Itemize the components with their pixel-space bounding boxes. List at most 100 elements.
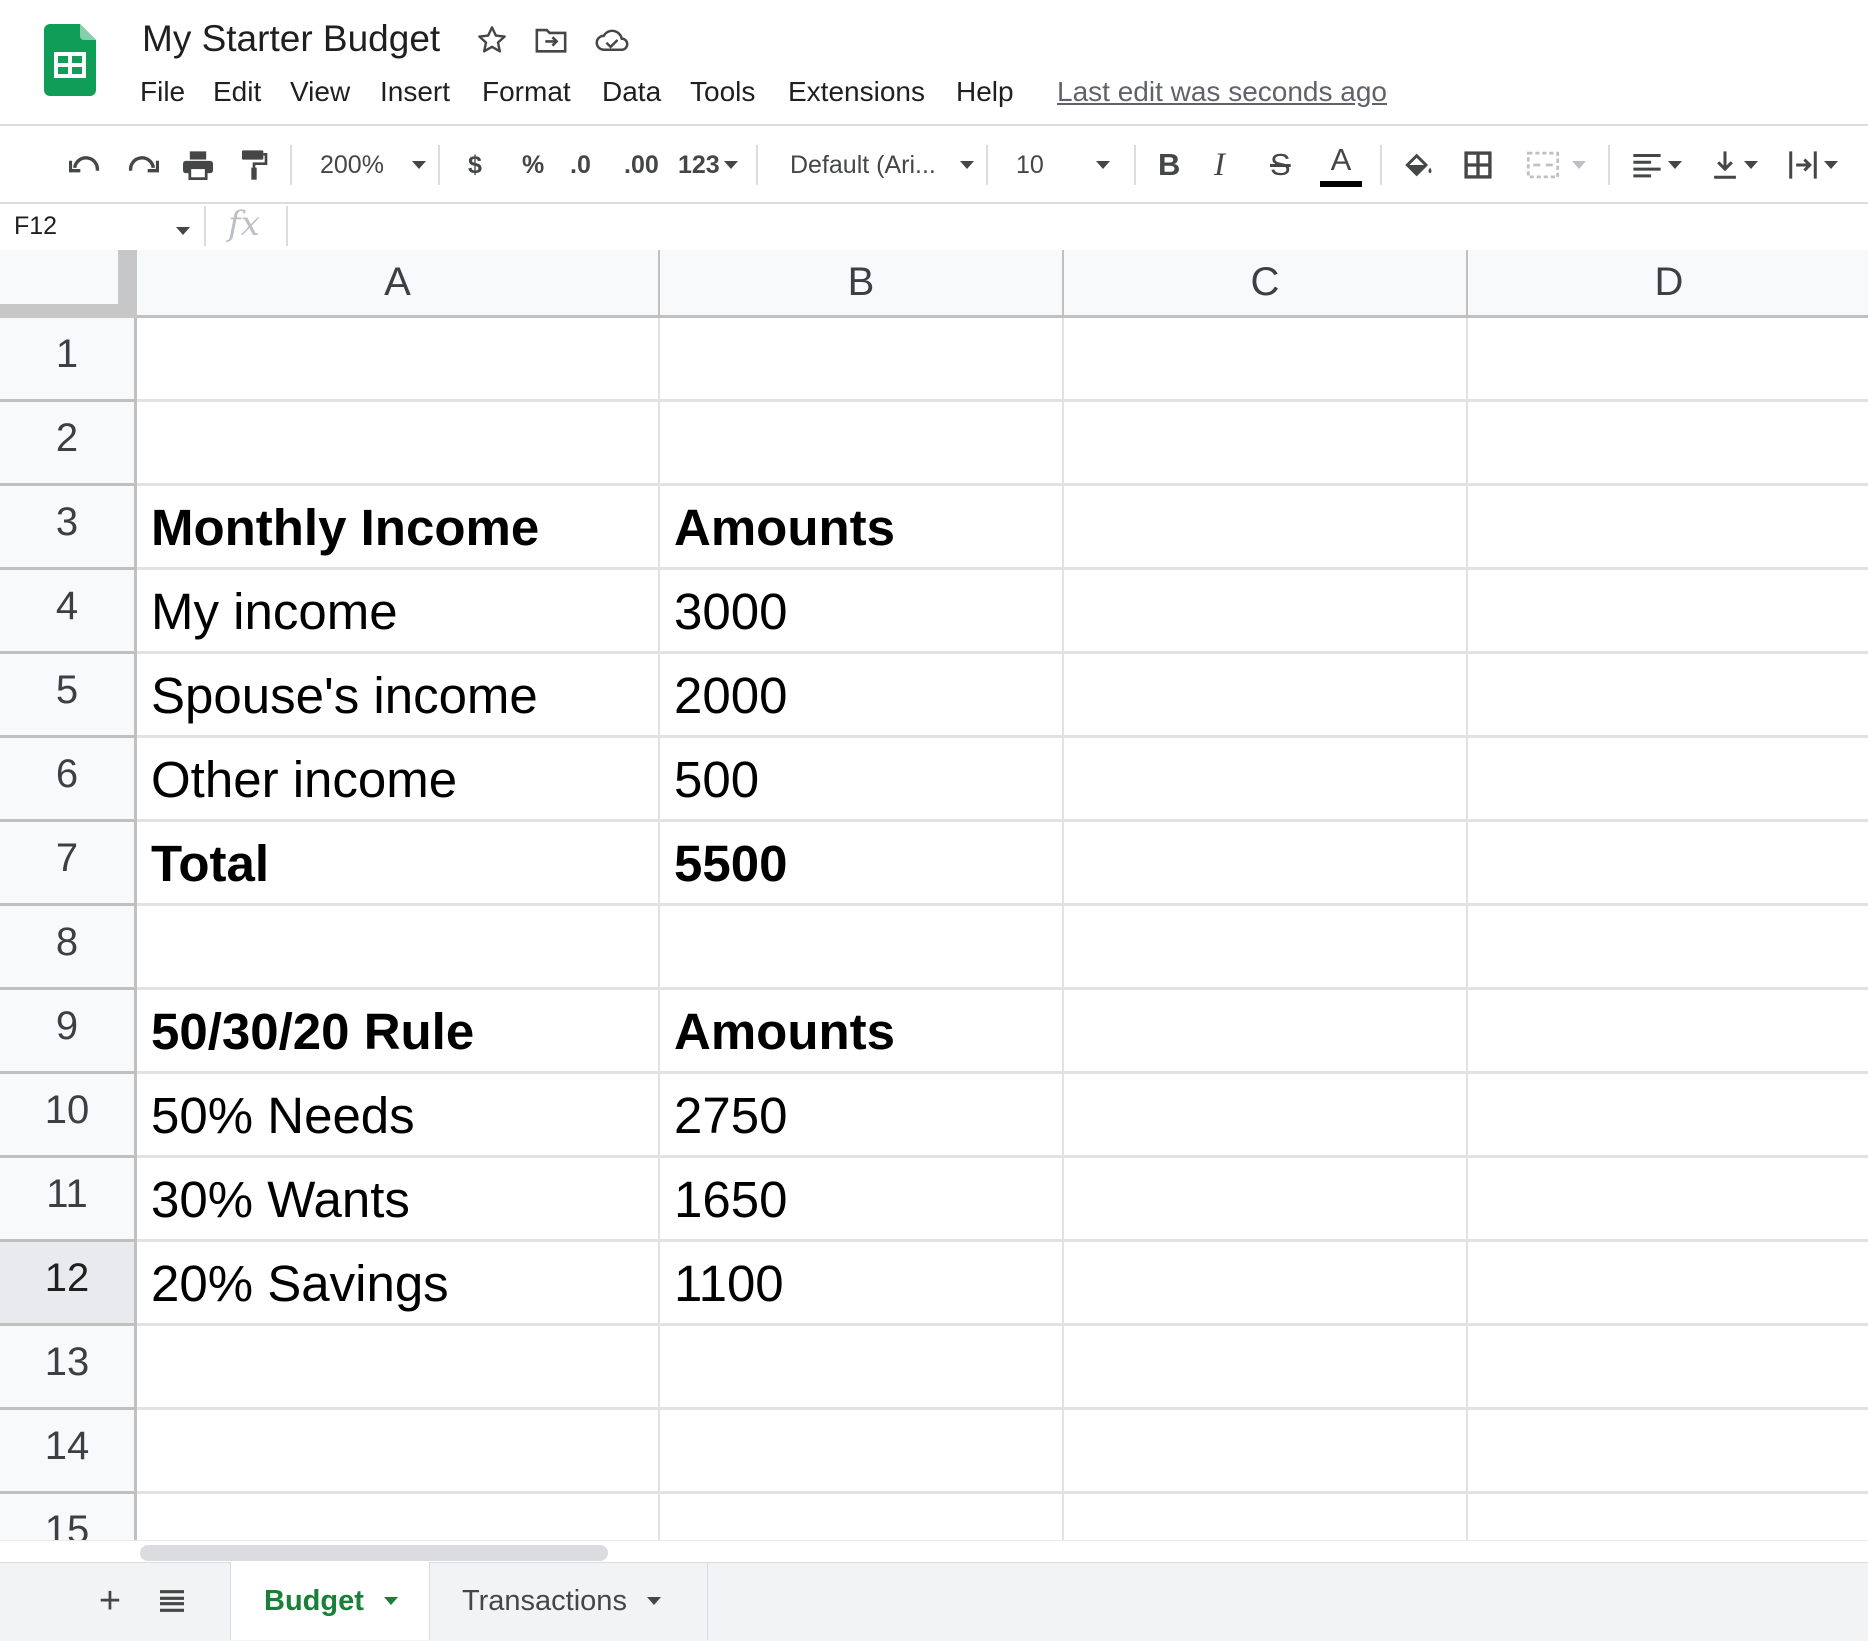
cell-b6[interactable]: 500 <box>660 738 1064 822</box>
last-edit-link[interactable]: Last edit was seconds ago <box>1057 72 1387 112</box>
cell-a12[interactable]: 20% Savings <box>137 1242 660 1326</box>
merge-cells-icon[interactable] <box>1516 141 1596 189</box>
row-header-9[interactable]: 9 <box>0 990 137 1074</box>
font-size-select[interactable]: 10 <box>1016 141 1120 189</box>
column-header-d[interactable]: D <box>1468 250 1868 318</box>
name-box-dropdown[interactable] <box>176 222 190 240</box>
row-header-13[interactable]: 13 <box>0 1326 137 1410</box>
row-header-14[interactable]: 14 <box>0 1410 137 1494</box>
freeze-row-handle[interactable] <box>0 304 137 318</box>
document-title[interactable]: My Starter Budget <box>142 16 440 62</box>
star-icon[interactable] <box>474 22 510 58</box>
cell-d9[interactable] <box>1468 990 1868 1074</box>
cell-d11[interactable] <box>1468 1158 1868 1242</box>
menu-tools[interactable]: Tools <box>690 72 755 112</box>
cell-a3[interactable]: Monthly Income <box>137 486 660 570</box>
row-header-2[interactable]: 2 <box>0 402 137 486</box>
cell-d10[interactable] <box>1468 1074 1868 1158</box>
cell-d1[interactable] <box>1468 318 1868 402</box>
cell-b12[interactable]: 1100 <box>660 1242 1064 1326</box>
cell-a1[interactable] <box>137 318 660 402</box>
cell-c4[interactable] <box>1064 570 1468 654</box>
cell-c2[interactable] <box>1064 402 1468 486</box>
text-color-button[interactable]: A <box>1320 141 1362 189</box>
cell-a8[interactable] <box>137 906 660 990</box>
row-header-10[interactable]: 10 <box>0 1074 137 1158</box>
cell-a6[interactable]: Other income <box>137 738 660 822</box>
cell-b8[interactable] <box>660 906 1064 990</box>
currency-format-button[interactable]: $ <box>468 141 496 189</box>
sheets-logo-icon[interactable] <box>44 24 96 96</box>
decrease-decimal-button[interactable]: .0 <box>570 141 610 189</box>
row-header-11[interactable]: 11 <box>0 1158 137 1242</box>
cell-d13[interactable] <box>1468 1326 1868 1410</box>
move-to-folder-icon[interactable] <box>532 22 570 58</box>
cell-d14[interactable] <box>1468 1410 1868 1494</box>
cell-c11[interactable] <box>1064 1158 1468 1242</box>
undo-icon[interactable] <box>64 141 108 189</box>
cell-c1[interactable] <box>1064 318 1468 402</box>
spreadsheet-grid[interactable]: A B C D 1 2 3 Monthly Income Amounts 4 My income 30… <box>0 250 1868 1540</box>
cell-b1[interactable] <box>660 318 1064 402</box>
cell-c15[interactable] <box>1064 1494 1468 1540</box>
increase-decimal-button[interactable]: .00 <box>624 141 672 189</box>
cell-a10[interactable]: 50% Needs <box>137 1074 660 1158</box>
redo-icon[interactable] <box>120 141 164 189</box>
horizontal-scrollbar-thumb[interactable] <box>140 1545 608 1561</box>
menu-file[interactable]: File <box>140 72 185 112</box>
percent-format-button[interactable]: % <box>522 141 550 189</box>
all-sheets-button[interactable] <box>154 1578 190 1624</box>
cell-a15[interactable] <box>137 1494 660 1540</box>
cell-d2[interactable] <box>1468 402 1868 486</box>
cell-a13[interactable] <box>137 1326 660 1410</box>
chevron-down-icon[interactable] <box>383 1597 398 1605</box>
italic-button[interactable]: I <box>1214 141 1238 189</box>
menu-data[interactable]: Data <box>602 72 661 112</box>
column-header-a[interactable]: A <box>137 250 660 318</box>
column-header-c[interactable]: C <box>1064 250 1468 318</box>
cell-d15[interactable] <box>1468 1494 1868 1540</box>
cell-a9[interactable]: 50/30/20 Rule <box>137 990 660 1074</box>
cell-c3[interactable] <box>1064 486 1468 570</box>
row-header-8[interactable]: 8 <box>0 906 137 990</box>
cell-c8[interactable] <box>1064 906 1468 990</box>
borders-icon[interactable] <box>1458 141 1498 189</box>
strikethrough-button[interactable]: S <box>1270 141 1296 189</box>
menu-format[interactable]: Format <box>482 72 571 112</box>
cell-a7[interactable]: Total <box>137 822 660 906</box>
menu-help[interactable]: Help <box>956 72 1014 112</box>
cell-d5[interactable] <box>1468 654 1868 738</box>
cell-d7[interactable] <box>1468 822 1868 906</box>
row-header-7[interactable]: 7 <box>0 822 137 906</box>
cell-b10[interactable]: 2750 <box>660 1074 1064 1158</box>
cell-c13[interactable] <box>1064 1326 1468 1410</box>
cell-a4[interactable]: My income <box>137 570 660 654</box>
cell-b15[interactable] <box>660 1494 1064 1540</box>
cloud-saved-icon[interactable] <box>592 22 632 58</box>
row-header-5[interactable]: 5 <box>0 654 137 738</box>
text-wrapping-icon[interactable] <box>1782 141 1844 189</box>
cell-b2[interactable] <box>660 402 1064 486</box>
name-box[interactable]: F12 <box>14 208 57 244</box>
horizontal-align-icon[interactable] <box>1626 141 1688 189</box>
formula-input[interactable] <box>286 206 1848 246</box>
cell-c9[interactable] <box>1064 990 1468 1074</box>
zoom-select[interactable]: 200% <box>320 141 430 189</box>
cell-b13[interactable] <box>660 1326 1064 1410</box>
vertical-align-icon[interactable] <box>1704 141 1766 189</box>
fill-color-icon[interactable] <box>1398 141 1438 189</box>
cell-a5[interactable]: Spouse's income <box>137 654 660 738</box>
add-sheet-button[interactable]: + <box>92 1578 128 1624</box>
row-header-4[interactable]: 4 <box>0 570 137 654</box>
cell-b11[interactable]: 1650 <box>660 1158 1064 1242</box>
cell-d3[interactable] <box>1468 486 1868 570</box>
cell-a14[interactable] <box>137 1410 660 1494</box>
row-header-1[interactable]: 1 <box>0 318 137 402</box>
cell-c12[interactable] <box>1064 1242 1468 1326</box>
chevron-down-icon[interactable] <box>646 1597 661 1605</box>
cell-c6[interactable] <box>1064 738 1468 822</box>
sheet-tab-transactions[interactable]: Transactions <box>432 1562 708 1640</box>
more-formats-button[interactable]: 123 <box>678 141 742 189</box>
cell-b4[interactable]: 3000 <box>660 570 1064 654</box>
row-header-12[interactable]: 12 <box>0 1242 137 1326</box>
